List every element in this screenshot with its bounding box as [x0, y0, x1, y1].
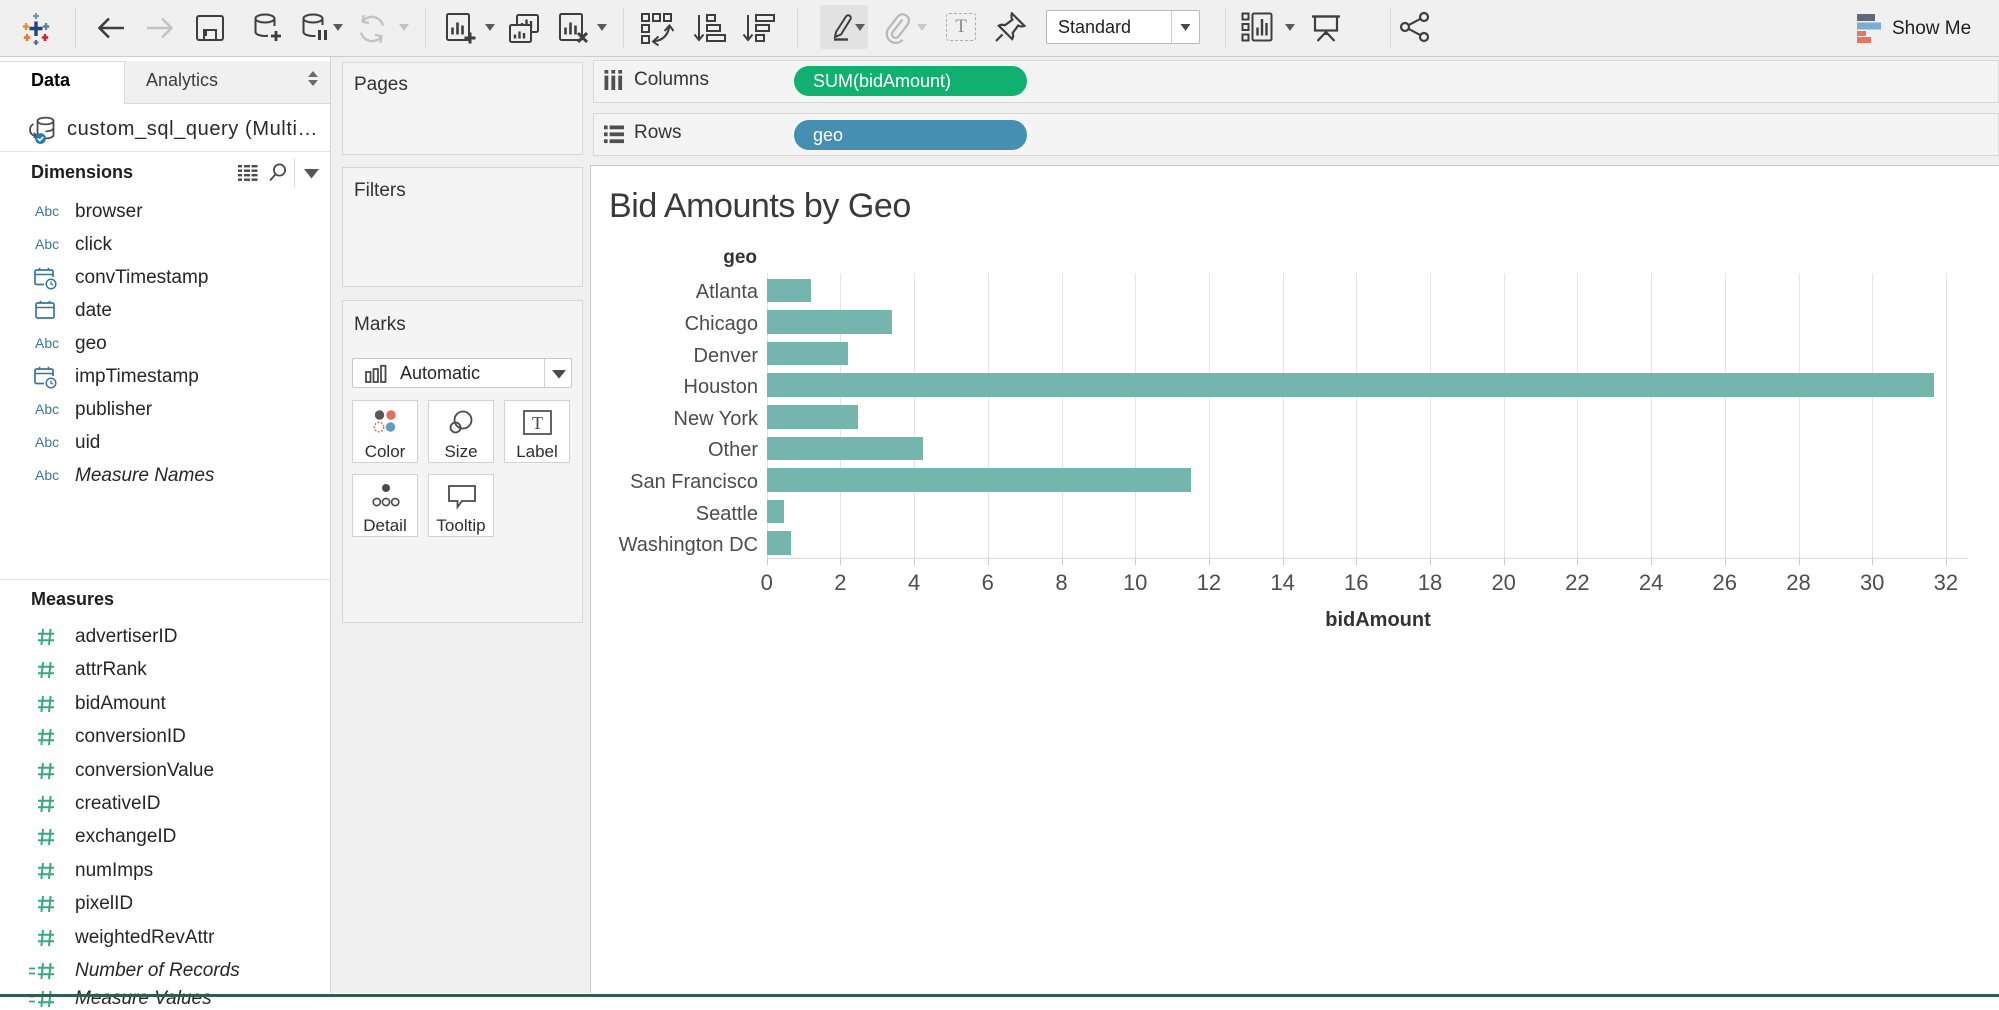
svg-text:Abc: Abc — [35, 335, 59, 351]
svg-text:Abc: Abc — [35, 467, 59, 483]
svg-text:Abc: Abc — [35, 203, 59, 219]
svg-text:Abc: Abc — [35, 401, 59, 417]
svg-text:T: T — [532, 413, 543, 433]
svg-text:Abc: Abc — [35, 236, 59, 252]
svg-text:Abc: Abc — [35, 434, 59, 450]
